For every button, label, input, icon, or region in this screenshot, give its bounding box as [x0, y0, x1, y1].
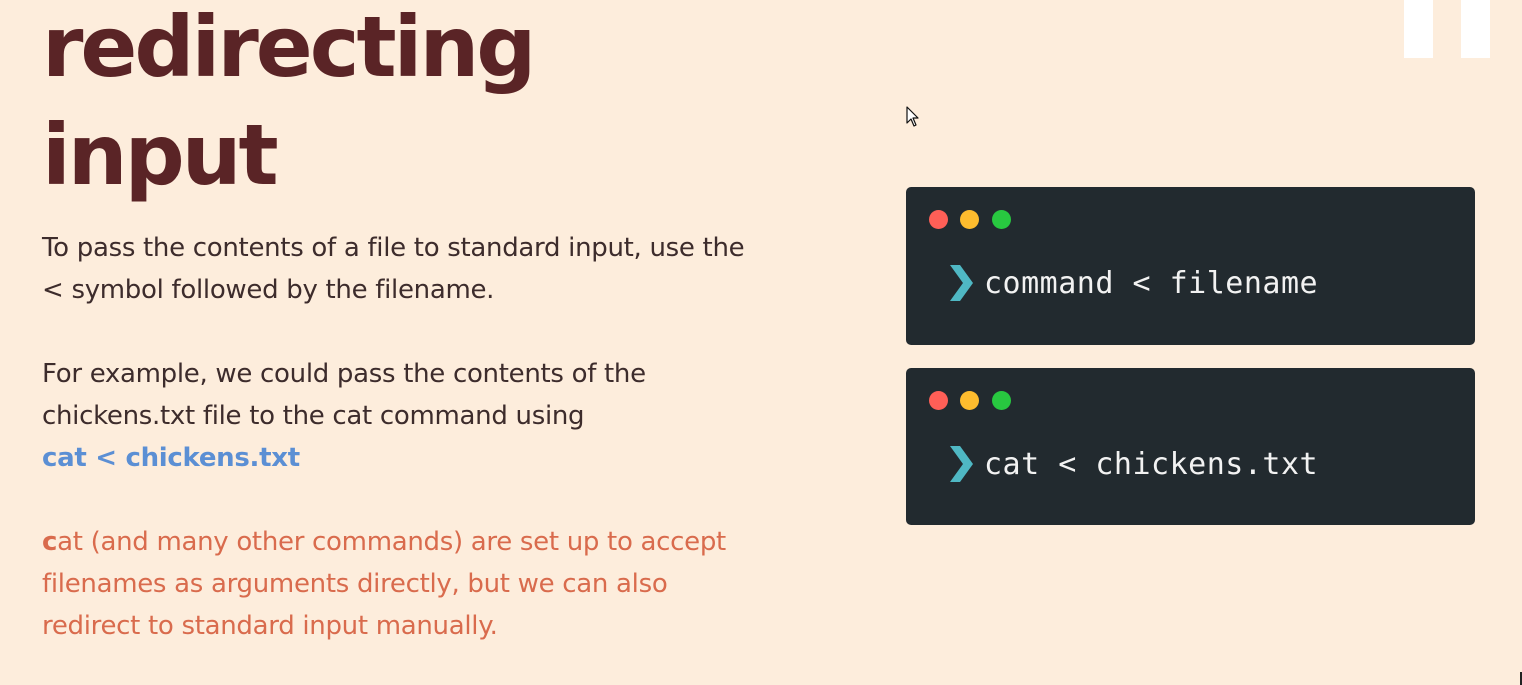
- minimize-dot-icon: [960, 210, 979, 229]
- example-line-1: For example, we could pass the contents …: [42, 359, 646, 389]
- example-line-2: chickens.txt file to the cat command usi…: [42, 401, 585, 431]
- chevron-right-icon: [948, 263, 974, 303]
- terminal-window-cat: cat < chickens.txt: [906, 368, 1475, 525]
- note-line-1-rest: at (and many other commands) are set up …: [57, 527, 726, 557]
- note-line-1: cat (and many other commands) are set up…: [42, 521, 812, 563]
- corner-decoration-bar: [1404, 0, 1433, 58]
- mouse-cursor-icon: [906, 106, 920, 128]
- chevron-right-icon: [948, 444, 974, 484]
- note-first-letter: c: [42, 527, 58, 557]
- note-line-3: redirect to standard input manually.: [42, 611, 498, 641]
- slide-title-line-1: redirecting: [42, 0, 536, 96]
- slide-title-line-2: input: [42, 106, 279, 204]
- example-code-snippet: cat < chickens.txt: [42, 443, 300, 473]
- terminal-window-command: command < filename: [906, 187, 1475, 345]
- maximize-dot-icon: [992, 391, 1011, 410]
- note-line-2: filenames as arguments directly, but we …: [42, 569, 668, 599]
- terminal-command-text: cat < chickens.txt: [984, 446, 1319, 482]
- maximize-dot-icon: [992, 210, 1011, 229]
- close-dot-icon: [929, 210, 948, 229]
- example-paragraph: For example, we could pass the contents …: [42, 353, 812, 479]
- terminal-command-text: command < filename: [984, 265, 1319, 301]
- intro-line-1: To pass the contents of a file to standa…: [42, 233, 745, 263]
- corner-decoration-bar: [1461, 0, 1490, 58]
- terminal-prompt: command < filename: [948, 263, 1318, 303]
- terminal-prompt: cat < chickens.txt: [948, 444, 1318, 484]
- minimize-dot-icon: [960, 391, 979, 410]
- note-paragraph: cat (and many other commands) are set up…: [42, 521, 812, 647]
- intro-paragraph: To pass the contents of a file to standa…: [42, 227, 812, 311]
- close-dot-icon: [929, 391, 948, 410]
- intro-line-2: < symbol followed by the filename.: [42, 275, 495, 305]
